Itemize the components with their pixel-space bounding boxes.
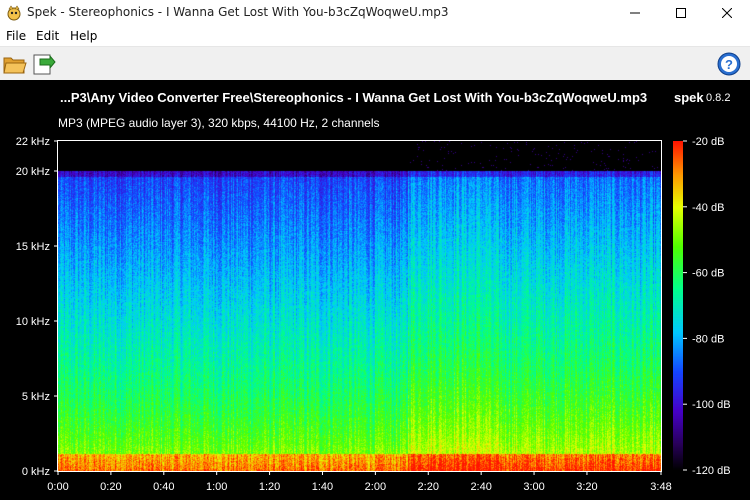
close-icon <box>722 8 732 18</box>
colorbar-tick-label: -60 dB <box>692 268 724 280</box>
colorbar-tick-label: -40 dB <box>692 202 724 214</box>
menu-bar: File Edit Help <box>0 26 750 46</box>
y-tick-label: 22 kHz <box>16 136 50 148</box>
file-path-label: ...P3\Any Video Converter Free\Stereopho… <box>60 90 648 105</box>
x-tick-label: 0:00 <box>47 481 68 493</box>
title-bar: Spek - Stereophonics - I Wanna Get Lost … <box>0 0 750 26</box>
y-tick-label: 15 kHz <box>16 241 50 253</box>
x-tick-label: 3:00 <box>523 481 544 493</box>
x-tick-label: 1:00 <box>206 481 227 493</box>
spek-app-icon <box>7 5 21 21</box>
app-name-label: spek <box>674 90 704 105</box>
colorbar-tick-label: -100 dB <box>692 399 731 411</box>
x-tick-label: 2:00 <box>365 481 386 493</box>
close-button[interactable] <box>704 0 750 26</box>
maximize-button[interactable] <box>658 0 704 26</box>
x-tick-label: 3:48 <box>650 481 671 493</box>
y-tick-label: 20 kHz <box>16 166 50 178</box>
x-tick-label: 1:40 <box>312 481 333 493</box>
menu-help[interactable]: Help <box>70 29 97 43</box>
save-button[interactable] <box>30 51 56 77</box>
y-tick-label: 10 kHz <box>16 316 50 328</box>
x-tick-label: 0:40 <box>153 481 174 493</box>
colorbar-tick-label: -80 dB <box>692 333 724 345</box>
spectrogram-view: ...P3\Any Video Converter Free\Stereopho… <box>0 80 750 500</box>
maximize-icon <box>676 8 686 18</box>
minimize-icon <box>630 12 640 14</box>
colorbar-tick-label: -120 dB <box>692 465 731 477</box>
y-tick-label: 5 kHz <box>22 391 50 403</box>
x-tick-label: 3:20 <box>576 481 597 493</box>
file-info-label: MP3 (MPEG audio layer 3), 320 kbps, 4410… <box>58 116 380 130</box>
help-icon: ? <box>717 52 741 76</box>
x-tick-label: 0:20 <box>100 481 121 493</box>
window-title: Spek - Stereophonics - I Wanna Get Lost … <box>27 5 449 19</box>
toolbar: ? <box>0 46 750 81</box>
open-file-button[interactable] <box>2 51 28 77</box>
folder-open-icon <box>3 57 27 74</box>
menu-file[interactable]: File <box>6 29 26 43</box>
x-tick-label: 2:40 <box>470 481 491 493</box>
y-tick-label: 0 kHz <box>22 466 50 478</box>
help-button[interactable]: ? <box>716 51 742 77</box>
x-tick-label: 2:20 <box>418 481 439 493</box>
svg-text:?: ? <box>725 57 733 72</box>
menu-edit[interactable]: Edit <box>36 29 59 43</box>
app-version-label: 0.8.2 <box>706 92 731 104</box>
x-tick-label: 1:20 <box>259 481 280 493</box>
minimize-button[interactable] <box>612 0 658 26</box>
colorbar-tick-label: -20 dB <box>692 136 724 148</box>
save-export-icon <box>33 54 56 75</box>
spectrogram-canvas <box>58 141 661 471</box>
colorbar <box>673 141 683 471</box>
